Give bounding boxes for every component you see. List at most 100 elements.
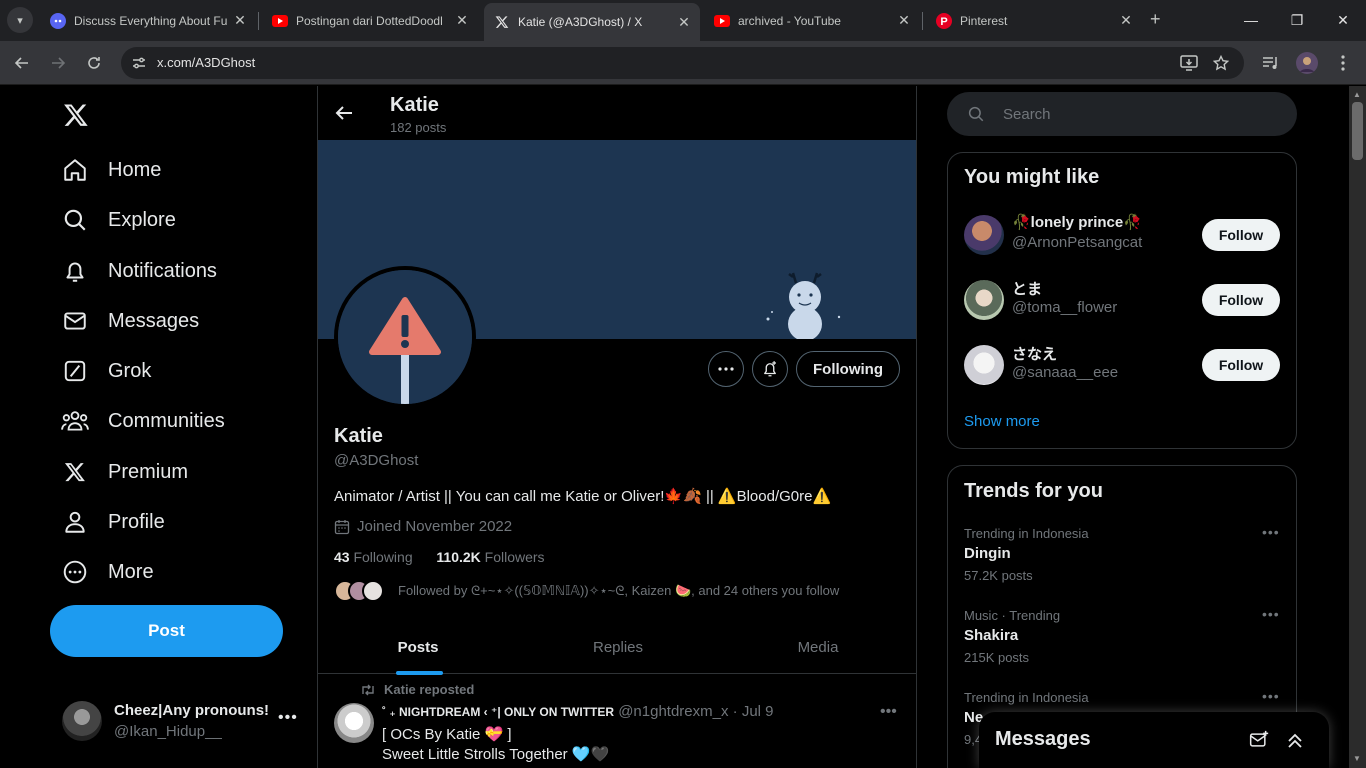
install-app-icon[interactable] [1179,53,1199,73]
nav-profile[interactable]: Profile [60,507,165,537]
account-switcher[interactable]: Cheez|Any pronouns! @Ikan_Hidup__ ••• [62,701,302,743]
browser-tab-1[interactable]: Discuss Everything About Fu ✕ [40,7,256,34]
more-dots-icon[interactable]: ••• [1262,606,1280,622]
window-close-icon[interactable]: ✕ [1331,8,1355,32]
tweet-handle[interactable]: @n1ghtdrexm_x [618,703,728,720]
nav-label: More [108,560,154,583]
more-dots-icon[interactable]: ••• [278,709,298,727]
more-dots-icon[interactable]: ••• [1262,524,1280,540]
you-might-like-card: You might like 🥀lonely prince🥀 @ArnonPet… [947,152,1297,449]
following-button[interactable]: Following [796,351,900,387]
close-icon[interactable]: ✕ [232,12,248,29]
forward-arrow-icon[interactable] [46,51,70,75]
user-handle: @toma__flower [1012,299,1118,316]
nav-grok[interactable]: Grok [60,356,151,386]
address-bar[interactable]: x.com/A3DGhost [121,47,1244,79]
browser-tab-2[interactable]: Postingan dari DottedDoodl ✕ [262,7,478,34]
restore-icon[interactable]: ❐ [1285,8,1309,32]
profile-tabs: Posts Replies Media [318,621,916,675]
tweet-author[interactable]: ˚ ₊ NIGHTDREAM ‹ ⁺| ONLY ON TWITTER [382,705,614,719]
nav-explore[interactable]: Explore [60,205,176,235]
suggested-user[interactable]: さなえ @sanaaa__eee Follow [964,343,1282,387]
x-logo-icon[interactable] [62,102,90,133]
follow-button[interactable]: Follow [1202,219,1280,251]
followers-link[interactable]: 110.2K Followers [436,549,544,565]
scroll-up-arrow-icon[interactable]: ▲ [1353,90,1361,99]
scroll-down-arrow-icon[interactable]: ▼ [1353,754,1361,763]
nav-home[interactable]: Home [60,155,161,185]
media-controls-icon[interactable] [1260,52,1282,74]
more-options-button[interactable] [708,351,744,387]
notify-button[interactable] [752,351,788,387]
suggested-user[interactable]: 🥀lonely prince🥀 @ArnonPetsangcat Follow [964,213,1282,257]
show-more-link[interactable]: Show more [964,413,1040,430]
site-settings-icon[interactable] [131,55,147,71]
trend-meta: Trending in Indonesia [964,526,1089,541]
new-message-icon[interactable] [1249,730,1269,755]
more-dots-icon [718,367,734,371]
nav-notifications[interactable]: Notifications [60,256,217,286]
youtube-icon [714,13,730,29]
profile-name: Katie [334,425,383,447]
profile-bio: Animator / Artist || You can call me Kat… [334,488,832,505]
nav-premium[interactable]: Premium [60,457,188,487]
search-input[interactable] [1003,103,1273,125]
repost-label: Katie reposted [384,682,475,697]
following-link[interactable]: 43 Following [334,549,413,565]
browser-tab-4[interactable]: archived - YouTube ✕ [704,7,920,34]
trend-count: 57.2K posts [964,568,1033,583]
nav-label: Grok [108,359,152,382]
avatar [964,215,1004,255]
tab-search-button[interactable]: ▾ [7,7,33,33]
expand-chevron-icon[interactable] [1285,730,1305,755]
more-dots-icon[interactable]: ••• [1262,688,1280,704]
profile-avatar[interactable] [334,266,476,408]
trend-item[interactable]: Music · Trending Shakira 215K posts ••• [964,606,1282,678]
nav-more[interactable]: More [60,557,154,587]
browser-tab-3-active[interactable]: Katie (@A3DGhost) / X ✕ [484,3,700,41]
nav-label: Messages [108,309,200,332]
profile-handle: @A3DGhost [334,452,419,469]
back-arrow-icon[interactable] [10,51,34,75]
trend-item[interactable]: Trending in Indonesia Dingin 57.2K posts… [964,524,1282,596]
browser-menu-icon[interactable] [1332,52,1354,74]
reload-icon[interactable] [82,51,106,75]
avatar[interactable] [334,703,374,743]
followed-by[interactable]: Followed by ᘓ+~⋆✧((𝕊𝕆𝕄ℕ𝕀𝔸))✧⋆~ᘓ, Kaizen … [334,578,839,604]
pinterest-icon: P [936,12,952,29]
avatar [964,280,1004,320]
trend-count: 215K posts [964,650,1030,665]
scrollbar-thumb[interactable] [1352,102,1363,160]
post-button[interactable]: Post [50,605,283,657]
followers-label: Followers [484,549,545,565]
tab-media[interactable]: Media [718,621,916,674]
page-scrollbar[interactable]: ▲ ▼ [1349,86,1366,768]
messages-drawer[interactable]: Messages [979,712,1329,768]
close-icon[interactable]: ✕ [1118,12,1134,29]
back-arrow-icon[interactable] [334,103,354,128]
close-icon[interactable]: ✕ [676,14,692,30]
close-icon[interactable]: ✕ [896,12,912,29]
minimize-icon[interactable]: — [1239,8,1263,32]
profile-avatar-icon[interactable] [1296,52,1318,74]
tab-posts[interactable]: Posts [318,621,518,674]
nav-communities[interactable]: Communities [60,406,225,436]
search-icon [967,105,985,128]
follow-button[interactable]: Follow [1202,349,1280,381]
trend-title: Dingin [964,545,1011,562]
browser-toolbar: x.com/A3DGhost [0,41,1366,85]
tweet-date[interactable]: · Jul 9 [733,703,774,720]
tab-replies[interactable]: Replies [518,621,718,674]
follow-button[interactable]: Follow [1202,284,1280,316]
user-name: とま [1012,281,1043,298]
new-tab-plus-icon[interactable]: + [1150,9,1161,30]
nav-messages[interactable]: Messages [60,306,199,336]
calendar-icon [334,519,350,534]
more-dots-icon[interactable]: ••• [880,703,897,721]
search-box[interactable] [947,92,1297,136]
discord-icon [50,12,66,29]
browser-tab-5[interactable]: P Pinterest ✕ [926,7,1142,34]
close-icon[interactable]: ✕ [454,12,470,29]
bookmark-star-icon[interactable] [1211,53,1231,73]
suggested-user[interactable]: とま @toma__flower Follow [964,278,1282,322]
